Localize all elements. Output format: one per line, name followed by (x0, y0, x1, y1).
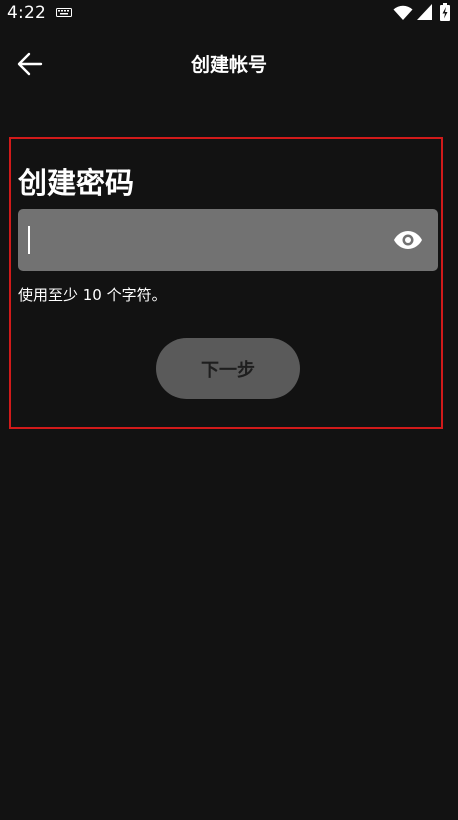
app-bar: 创建帐号 (0, 40, 458, 88)
text-cursor (28, 226, 30, 254)
password-hint: 使用至少 10 个字符。 (18, 286, 167, 304)
section-title: 创建密码 (18, 166, 135, 200)
password-input[interactable] (28, 209, 378, 271)
page-title: 创建帐号 (190, 54, 267, 76)
eye-icon (394, 231, 422, 249)
battery-icon (440, 3, 450, 21)
keyboard-icon (56, 8, 72, 17)
password-field[interactable] (18, 209, 438, 271)
create-password-screen: 4:22 创建帐号 创建密码 使用至少 10 个字符。 下一步 (0, 0, 458, 820)
status-time: 4:22 (7, 3, 46, 23)
next-button[interactable]: 下一步 (156, 338, 300, 399)
show-password-button[interactable] (392, 225, 424, 255)
signal-icon (417, 4, 432, 20)
status-bar: 4:22 (0, 0, 458, 26)
wifi-icon (393, 5, 413, 20)
